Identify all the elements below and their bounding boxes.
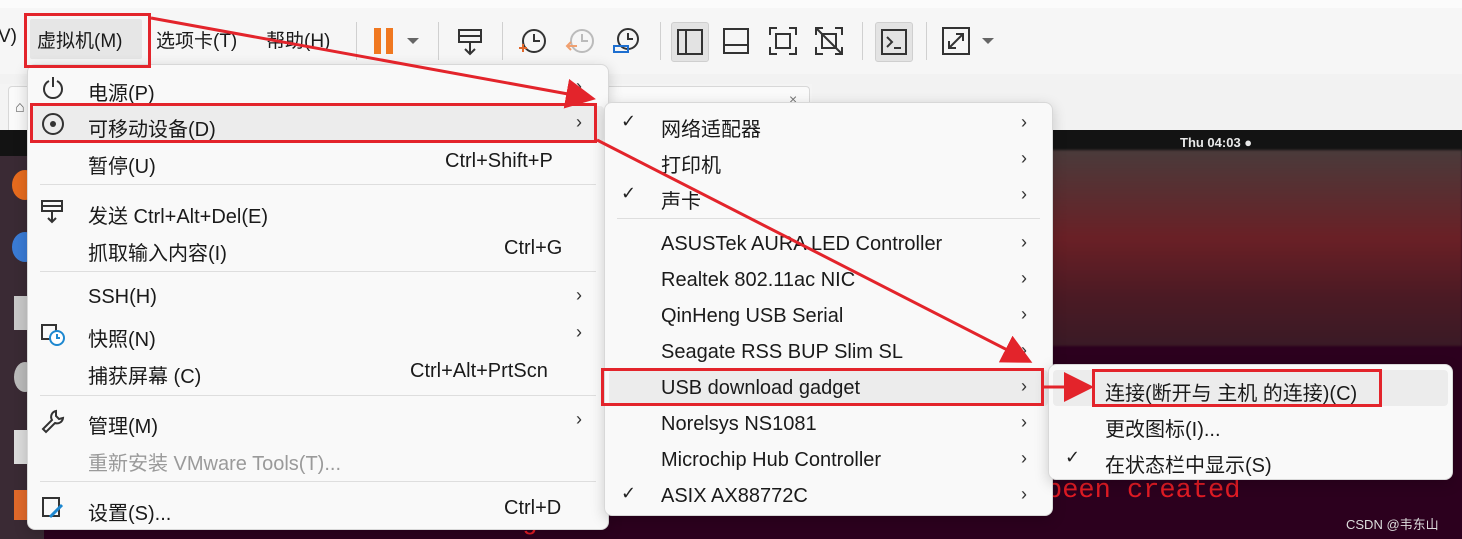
annotation-arrow-1 [150, 16, 596, 109]
annotation-arrow-2 [596, 138, 1033, 363]
annotation-arrows [150, 16, 1094, 402]
